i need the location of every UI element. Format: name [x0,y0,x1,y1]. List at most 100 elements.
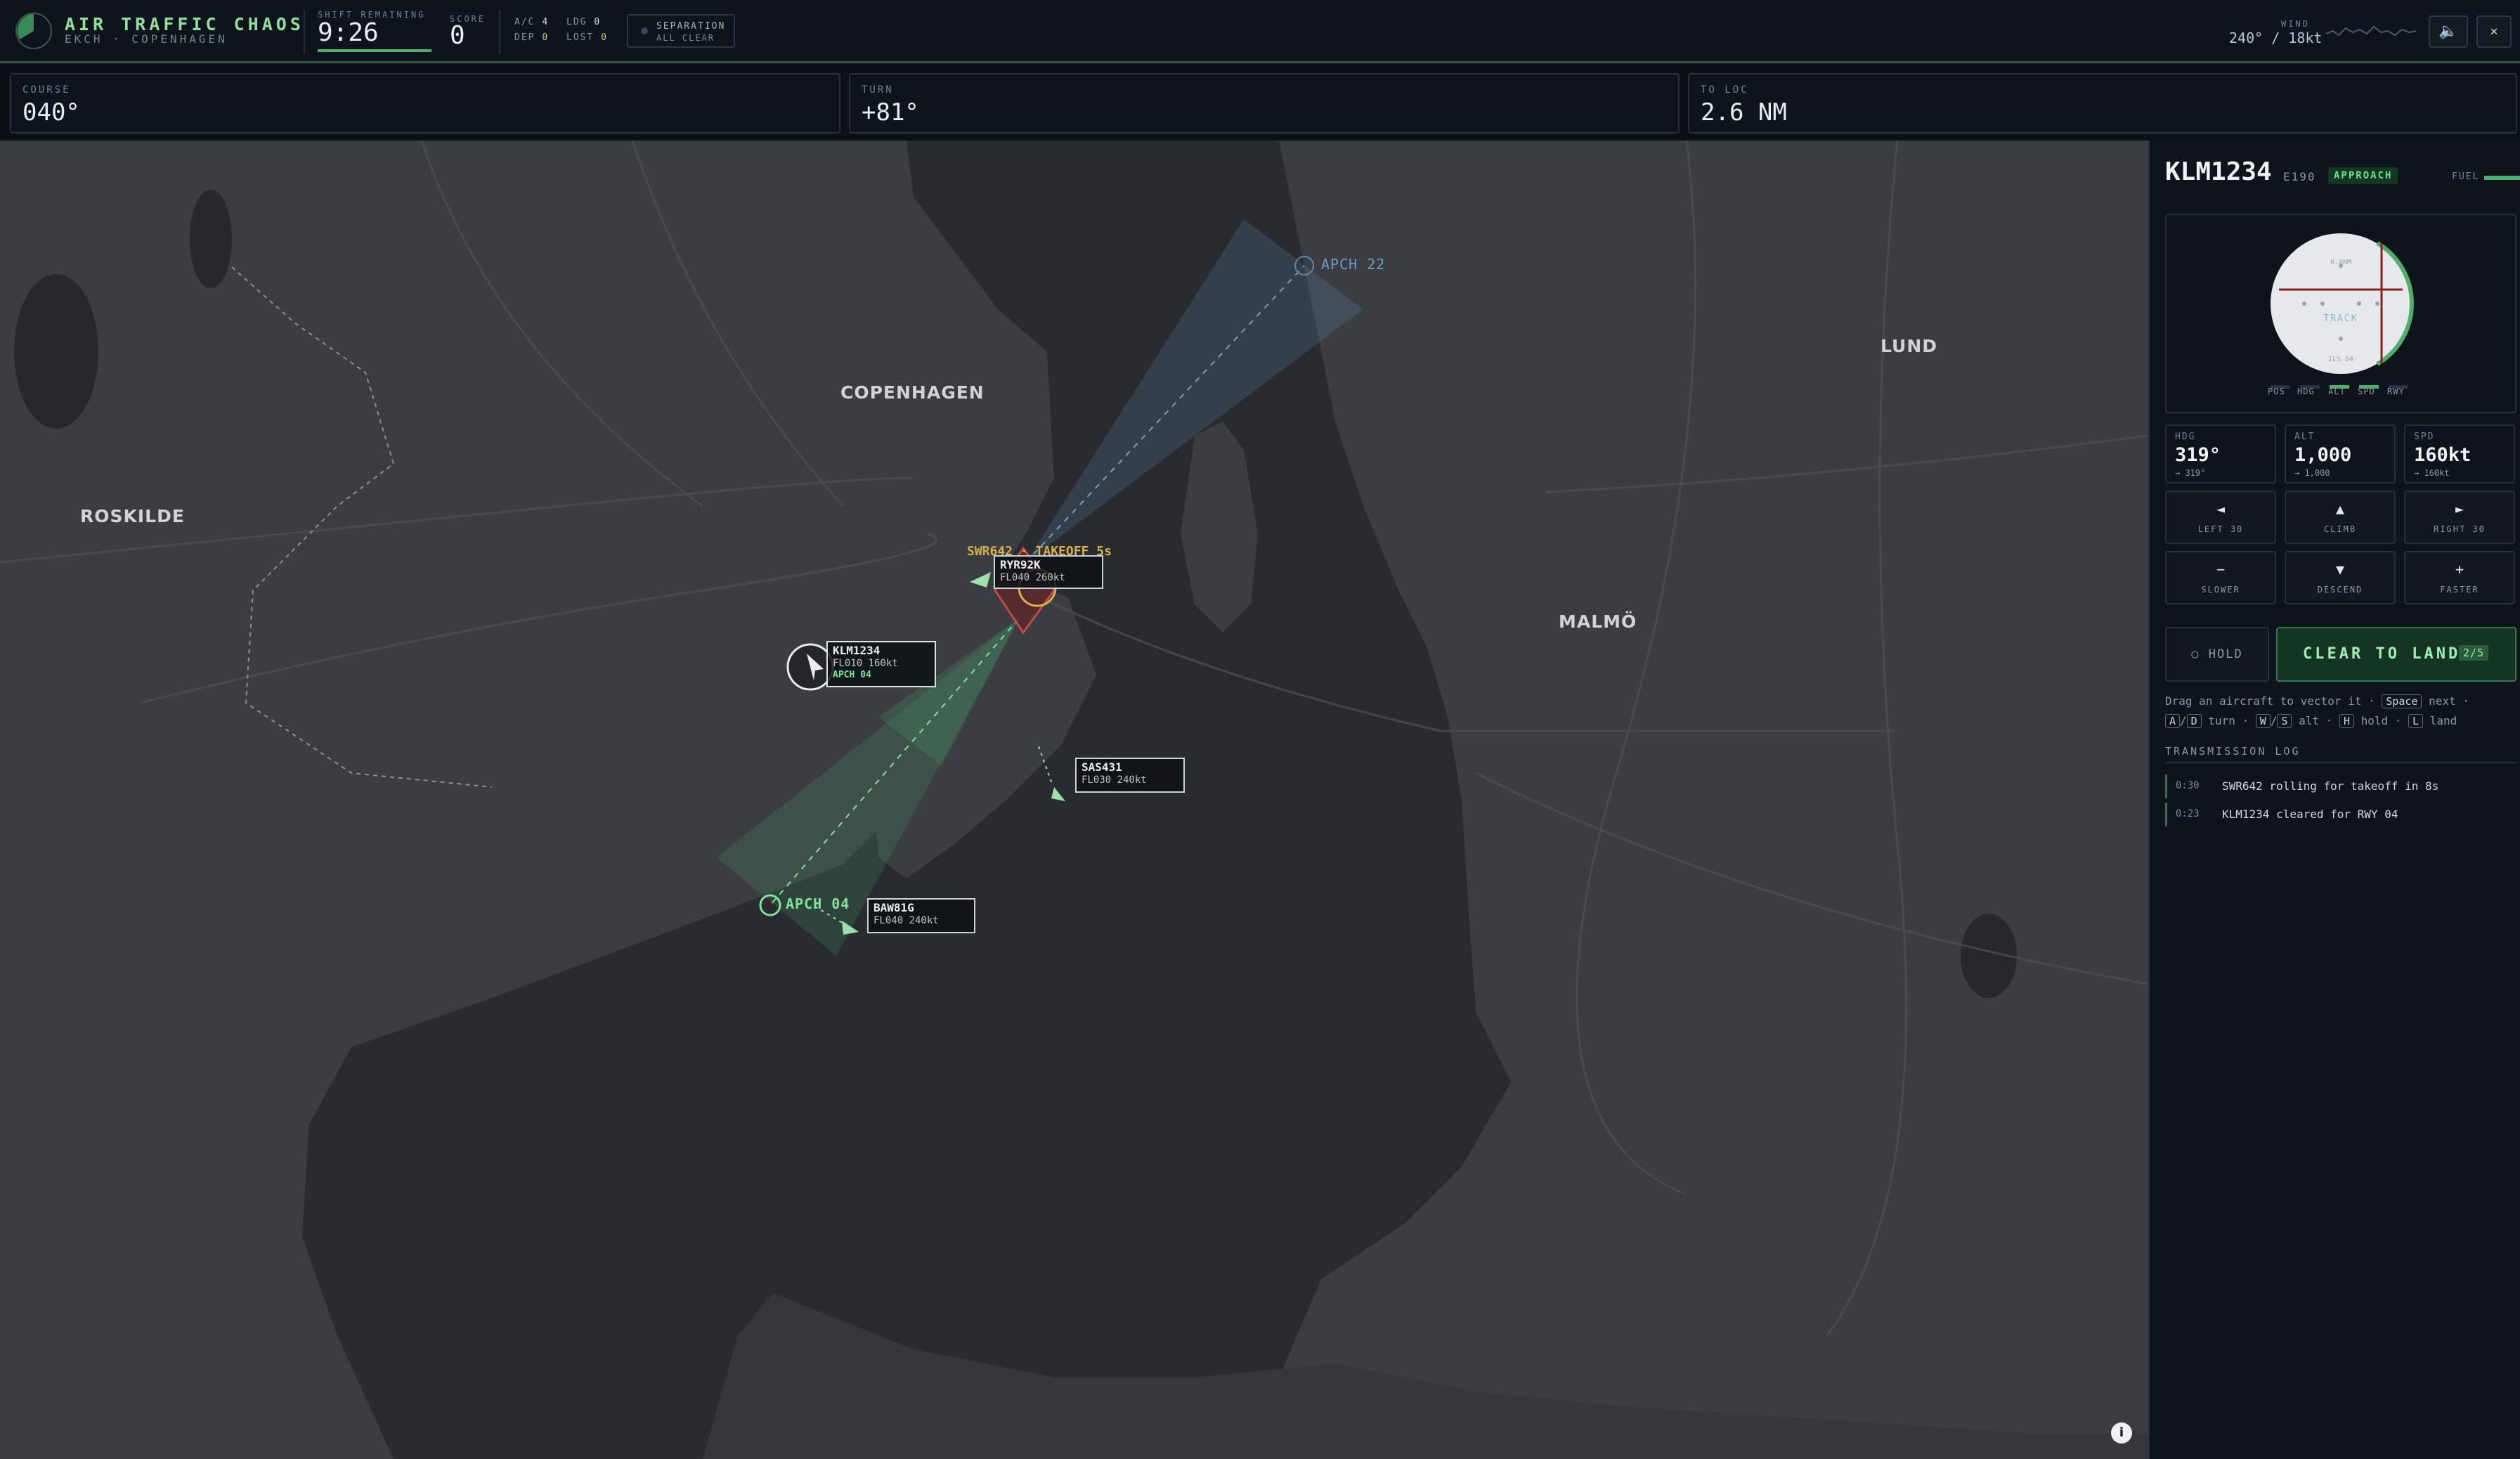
landing-count-badge: 2/5 [2459,645,2489,661]
heading-value: 319° [2175,444,2221,466]
wind-label: WIND [2281,19,2310,29]
arrow-up-icon: ▲ [2335,500,2345,517]
heading-readout: HDG 319° → 319° [2165,424,2276,484]
gauge-label-spd: SPD [2358,387,2375,396]
city-label-copenhagen: COPENHAGEN [840,382,985,403]
turn-label: TURN [862,84,894,96]
plus-icon: + [2455,561,2464,578]
divider [2165,762,2516,763]
radar-map[interactable]: COPENHAGEN ROSKILDE MALMÖ LUND APCH 22 A… [0,141,2148,1459]
altitude-label: ALT [2294,432,2316,442]
log-entry: 0:23 KLM1234 cleared for RWY 04 [2165,803,2519,826]
datablock-callsign: RYR92K [1000,558,1041,571]
hold-button[interactable]: ○ HOLD [2165,627,2269,682]
datablock-callsign: KLM1234 [833,644,881,657]
landed-count: LDG 0 [566,17,602,27]
aircraft-panel: KLM1234 E190 APPROACH FUEL 0.4NM TRACK I… [2148,141,2520,1459]
button-label: FASTER [2440,585,2479,595]
help-line-1: Drag an aircraft to vector it · Space ne… [2165,694,2469,708]
key-space: Space [2382,694,2422,708]
divider [499,10,500,53]
gauge-label-pos: POS [2268,387,2285,396]
right-30-button[interactable]: ► RIGHT 30 [2404,491,2515,544]
approach-22-label[interactable]: APCH 22 [1321,256,1385,273]
turn-value: +81° [862,98,919,127]
departed-count: DEP 0 [514,32,550,43]
top-bar: AIR TRAFFIC CHAOS EKCH · COPENHAGEN SHIF… [0,0,2520,63]
button-label: CLIMB [2323,524,2357,534]
climb-button[interactable]: ▲ CLIMB [2285,491,2396,544]
aircraft-count: A/C 4 [514,17,550,27]
loc-value: 2.6 NM [1701,98,1787,127]
datablock-klm1234[interactable]: KLM1234 FL010 160kt APCH 04 [826,641,936,687]
datablock-sas431[interactable]: SAS431 FL030 240kt [1075,758,1185,793]
log-entry: 0:30 SWR642 rolling for takeoff in 8s [2165,774,2519,798]
course-panel: COURSE 040° [10,73,840,134]
fuel-gauge [2484,176,2520,180]
shift-progress-bar [318,49,431,52]
button-label: LEFT 30 [2197,524,2244,534]
app-title: AIR TRAFFIC CHAOS [65,14,304,34]
loc-label: TO LOC [1701,84,1749,96]
button-label: SLOWER [2201,585,2240,595]
phase-badge: APPROACH [2328,167,2398,184]
fuel-label: FUEL [2452,171,2480,182]
score-value: 0 [450,21,465,50]
loc-distance-panel: TO LOC 2.6 NM [1688,73,2517,134]
separation-indicator: SEPARATION ALL CLEAR [627,14,735,48]
faster-button[interactable]: + FASTER [2404,551,2515,604]
city-label-malmo: MALMÖ [1559,611,1637,632]
lost-count: LOST 0 [566,32,608,43]
status-dot-icon [641,27,648,34]
ils-gauge-panel: 0.4NM TRACK ILS 04 POS HDG ALT SPD RWY [2165,214,2516,413]
gauge-label-alt: ALT [2328,387,2346,396]
gauge-label-rwy: RWY [2387,387,2405,396]
gauge-label-hdg: HDG [2297,387,2315,396]
descend-button[interactable]: ▼ DESCEND [2285,551,2396,604]
arrow-right-icon: ► [2455,500,2464,517]
divider [304,10,305,53]
close-icon: ✕ [2490,24,2498,39]
gauge-bottom: ILS 04 [2327,356,2354,363]
arrow-down-icon: ▼ [2335,561,2345,578]
speed-value: 160kt [2414,444,2472,466]
log-message: SWR642 rolling for takeoff in 8s [2222,779,2439,793]
turn-panel: TURN +81° [849,73,1680,134]
log-time: 0:30 [2176,780,2200,791]
left-30-button[interactable]: ◄ LEFT 30 [2165,491,2276,544]
datablock-ryr92k[interactable]: RYR92K FL040 260kt [994,555,1103,589]
wind-value: 240° / 18kt [2229,30,2323,46]
datablock-flight-data: FL010 160kt [833,658,898,669]
aircraft-type: E190 [2283,170,2316,183]
minus-icon: − [2216,561,2226,578]
course-value: 040° [22,98,80,127]
city-label-lund: LUND [1881,336,1938,356]
datablock-status: APCH 04 [833,670,871,680]
gauge-mode: TRACK [2323,313,2358,324]
speed-readout: SPD 160kt → 160kt [2404,424,2515,484]
datablock-callsign: SAS431 [1082,760,1122,774]
separation-status: ALL CLEAR [656,33,715,43]
altitude-value: 1,000 [2294,444,2352,466]
sound-toggle-button[interactable]: 🔈 [2429,15,2468,48]
separation-label: SEPARATION [656,21,726,32]
clear-to-land-button[interactable]: CLEAR TO LAND 2/5 [2276,627,2516,682]
slower-button[interactable]: − SLOWER [2165,551,2276,604]
log-message: KLM1234 cleared for RWY 04 [2222,808,2398,821]
help-line-2: A / D turn · W / S alt · H hold · L land [2165,714,2457,728]
wind-sparkline [2326,25,2416,37]
button-label: DESCEND [2317,585,2363,595]
selected-callsign: KLM1234 [2165,157,2272,186]
map-base [0,141,2148,1459]
speed-target: → 160kt [2414,468,2450,478]
info-icon[interactable]: i [2111,1422,2132,1444]
approach-04-label[interactable]: APCH 04 [786,895,850,912]
close-button[interactable]: ✕ [2476,15,2512,48]
datablock-baw81g[interactable]: BAW81G FL040 240kt [867,898,975,933]
radar-logo-icon [15,13,52,49]
city-label-roskilde: ROSKILDE [80,506,185,526]
altitude-readout: ALT 1,000 → 1,000 [2285,424,2396,484]
datablock-flight-data: FL040 260kt [1000,572,1065,583]
datablock-flight-data: FL030 240kt [1082,774,1147,786]
heading-target: → 319° [2175,468,2206,478]
